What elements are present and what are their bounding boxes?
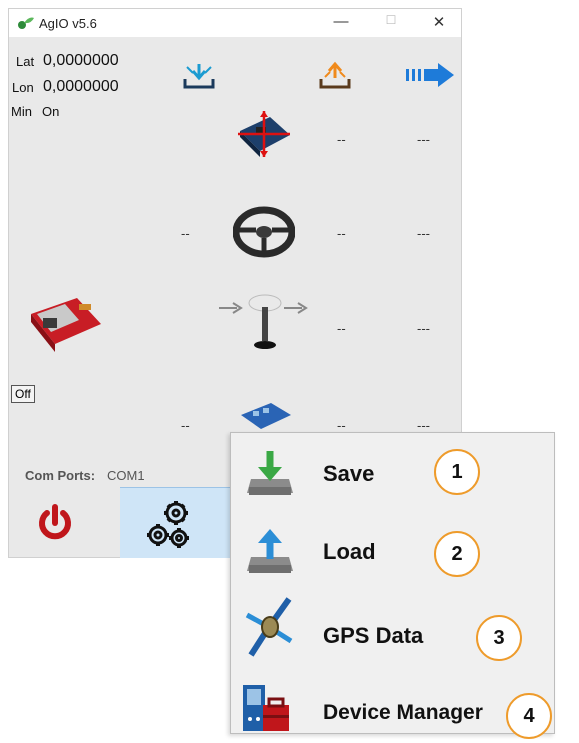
machine-out1: -- xyxy=(337,418,346,433)
steer-in: -- xyxy=(181,226,190,241)
machine-relay-icon[interactable] xyxy=(237,401,293,436)
right-arrow-icon xyxy=(284,301,310,319)
upload-icon[interactable] xyxy=(317,61,353,96)
app-logo-icon xyxy=(17,16,35,35)
load-drive-icon xyxy=(247,527,293,580)
lon-value: 0,0000000 xyxy=(43,78,119,95)
min-value: On xyxy=(42,104,60,119)
menu-item-save[interactable]: Save 1 xyxy=(231,439,554,509)
settings-button[interactable] xyxy=(120,487,238,558)
gps-antenna-icon[interactable] xyxy=(245,291,285,356)
close-button[interactable]: ✕ xyxy=(419,13,459,31)
badge-1: 1 xyxy=(434,449,480,495)
imu-board-icon[interactable] xyxy=(234,109,294,164)
badge-4: 4 xyxy=(506,693,552,739)
download-icon[interactable] xyxy=(181,61,217,96)
window-title: AgIO v5.6 xyxy=(39,16,97,31)
steer-out2: --- xyxy=(417,226,430,241)
gears-icon xyxy=(144,498,194,555)
menu-label-device-manager: Device Manager xyxy=(323,701,483,724)
device-manager-icon xyxy=(241,683,291,740)
imu-out2: --- xyxy=(417,132,430,147)
menu-label-gps-data: GPS Data xyxy=(323,623,424,648)
title-bar[interactable]: AgIO v5.6 — ☐ ✕ xyxy=(9,9,461,37)
gps-out1: -- xyxy=(337,321,346,336)
left-arrow-icon xyxy=(219,301,245,319)
menu-label-load: Load xyxy=(323,539,376,564)
com-ports-label: Com Ports: xyxy=(25,468,96,483)
badge-2: 2 xyxy=(434,531,480,577)
steering-wheel-icon[interactable] xyxy=(232,204,296,263)
minimize-button[interactable]: — xyxy=(321,13,361,30)
lat-label: Lat xyxy=(16,54,35,69)
forward-arrow-icon[interactable] xyxy=(404,61,456,94)
com-ports-value: COM1 xyxy=(107,468,145,483)
lon-label: Lon xyxy=(12,80,34,95)
machine-in: -- xyxy=(181,418,190,433)
badge-3: 3 xyxy=(476,615,522,661)
settings-menu: Save 1 Load 2 GPS Data 3 Device Manager … xyxy=(230,432,555,739)
min-label: Min xyxy=(11,104,32,119)
lat-value: 0,0000000 xyxy=(43,52,119,69)
machine-out2: --- xyxy=(417,418,430,433)
ethernet-module-icon[interactable] xyxy=(25,294,105,361)
ethernet-off-button[interactable]: Off xyxy=(11,385,35,403)
imu-out1: -- xyxy=(337,132,346,147)
save-drive-icon xyxy=(247,449,293,502)
menu-item-load[interactable]: Load 2 xyxy=(231,517,554,587)
steer-out1: -- xyxy=(337,226,346,241)
menu-label-save: Save xyxy=(323,461,375,486)
menu-item-gps-data[interactable]: GPS Data 3 xyxy=(231,593,554,663)
maximize-button[interactable]: ☐ xyxy=(371,13,411,27)
menu-item-device-manager[interactable]: Device Manager 4 xyxy=(231,673,554,743)
power-button[interactable] xyxy=(35,504,75,549)
gps-out2: --- xyxy=(417,321,430,336)
satellite-icon xyxy=(243,597,295,662)
